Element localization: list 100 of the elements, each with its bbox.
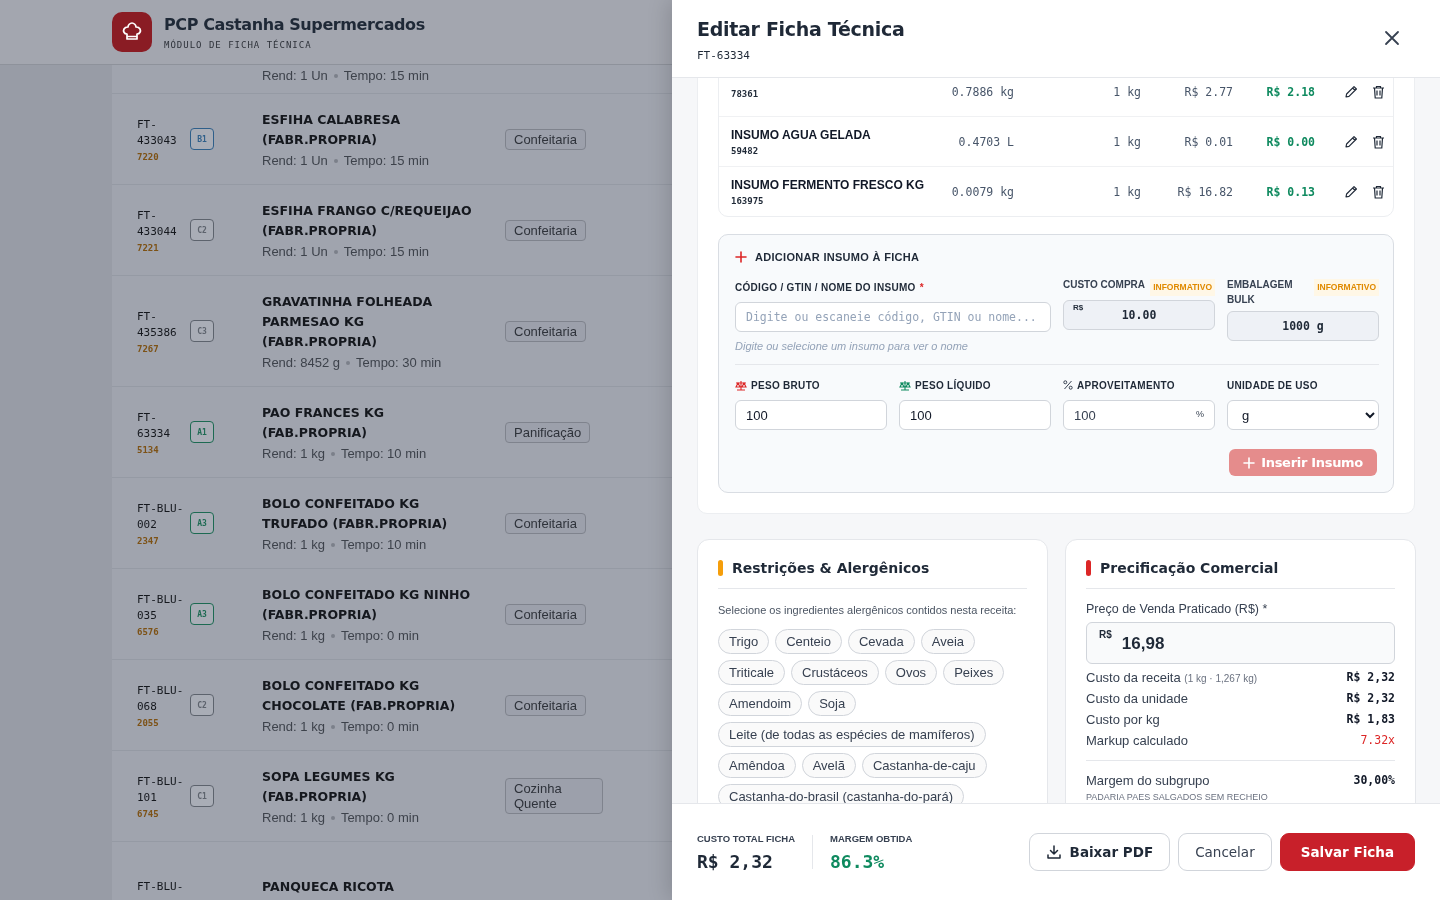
net-weight-field[interactable]: 100 [899, 400, 1051, 430]
recipe-code: FT-BLU-101 [137, 773, 185, 806]
field-label: APROVEITAMENTO [1077, 379, 1175, 391]
allergen-chip[interactable]: Triticale [718, 660, 786, 685]
recipe-code: FT-435386 [137, 308, 178, 341]
ingredient-total: R$ 2.18 [1265, 84, 1315, 99]
recipe-id: 6576 [137, 626, 160, 637]
ingredient-total: R$ 0.00 [1265, 134, 1315, 149]
recipe-yield: Rend: 1 kg [262, 537, 325, 552]
recipe-row[interactable]: FT-BLU-035 6576 A3 BOLO CONFEITADO KG NINHO (FABR.PROPRIA) Rend: 1 kg Tempo: 0 min Confeitaria [112, 569, 672, 660]
recipe-row[interactable]: FT-BLU-068 2055 C2 BOLO CONFEITADO KG CHOCOLATE (FAB.PROPRIA) Rend: 1 kg Tempo: 0 min Confeitaria [112, 660, 672, 751]
allergens-intro: Selecione os ingredientes alergênicos contidos nesta receita: [718, 603, 1018, 618]
app-title: PCP Castanha Supermercados [164, 14, 425, 34]
required-mark: * [919, 281, 924, 293]
card-title: Restrições & Alergênicos [732, 560, 930, 576]
recipe-row[interactable]: FT-BLU-002 2347 A3 BOLO CONFEITADO KG TRUFADO (FABR.PROPRIA) Rend: 1 kg Tempo: 10 min Confeitaria [112, 478, 672, 569]
recipe-id: 2055 [137, 717, 160, 728]
ingredient-search-field[interactable]: Digite ou escaneie código, GTIN ou nome... [735, 302, 1051, 332]
ingredient-qty: 0.4703 L [957, 134, 1014, 149]
recipe-code: FT-433043 [137, 116, 178, 149]
cost-label: Custo da receita (1 kg · 1,267 kg) [1086, 670, 1258, 685]
recipe-id: 7267 [137, 343, 160, 354]
allergen-chip[interactable]: Soja [808, 691, 857, 716]
recipe-yield: Rend: 1 kg [262, 810, 325, 825]
recipe-time: Tempo: 0 min [340, 628, 419, 643]
ingredient-cost: R$ 16.82 [1176, 184, 1233, 199]
field-label: PESO BRUTO [751, 379, 820, 391]
gross-weight-field[interactable]: 100 [735, 400, 887, 430]
save-button[interactable]: Salvar Ficha [1279, 833, 1415, 871]
allergen-chip[interactable]: Crustáceos [791, 660, 879, 685]
recipe-row[interactable]: FT-433043 7220 B1 ESFIHA CALABRESA (FABR.PROPRIA) Rend: 1 Un Tempo: 15 min Confeitaria [112, 94, 672, 185]
field-label: PESO LÍQUIDO [915, 379, 991, 391]
allergen-chip[interactable]: Aveia [920, 629, 976, 654]
allergen-chip[interactable]: Avelã [801, 753, 856, 778]
category-tag: Confeitaria [505, 320, 586, 342]
cancel-button[interactable]: Cancelar [1178, 833, 1272, 871]
recipe-row[interactable]: FT-433044 7221 C2 ESFIHA FRANGO C/REQUEIJAO (FABR.PROPRIA) Rend: 1 Un Tempo: 15 min Confeitaria [112, 185, 672, 276]
recipe-id: 6745 [137, 808, 160, 819]
recipe-code: FT-BLU-068 [137, 682, 185, 715]
scale-icon [899, 379, 911, 391]
allergen-chip[interactable]: Ovos [884, 660, 938, 685]
recipe-name: BOLO CONFEITADO KG NINHO (FABR.PROPRIA) [262, 586, 472, 624]
accent-bar [1086, 560, 1091, 576]
card-title: Precificação Comercial [1100, 560, 1279, 576]
yield-field[interactable]: 100 % [1063, 400, 1215, 430]
allergen-chip[interactable]: Amêndoa [718, 753, 796, 778]
allergen-chip[interactable]: Castanha-do-brasil (castanha-do-pará) [718, 784, 964, 803]
recipe-row[interactable]: FT-435386 7267 C3 GRAVATINHA FOLHEADA PARMESAO KG (FABR.PROPRIA) Rend: 8452 g Tempo: 30 min Confeitaria [112, 276, 672, 387]
ingredient-code: 59482 [731, 145, 760, 156]
recipe-yield: Rend: 8452 g [262, 355, 341, 370]
accent-bar [718, 560, 723, 576]
edit-button[interactable] [1344, 184, 1358, 199]
recipe-row[interactable]: FT-BLU-101 6745 C1 SOPA LEGUMES KG (FAB.PROPRIA) Rend: 1 kg Tempo: 0 min Cozinha Quente [112, 751, 672, 842]
cost-value: 7.32x [1360, 733, 1395, 748]
recipe-code: FT-433044 [137, 207, 178, 240]
info-badge: INFORMATIVO [1150, 279, 1215, 296]
recipe-name: ESFIHA CALABRESA (FABR.PROPRIA) [262, 111, 402, 149]
delete-button[interactable] [1372, 134, 1385, 149]
allergen-chip[interactable]: Amendoim [718, 691, 803, 716]
allergen-chip[interactable]: Peixes [943, 660, 1005, 685]
close-button[interactable] [1384, 30, 1400, 46]
margin-label: Margem do subgrupo [1086, 773, 1211, 788]
recipe-row[interactable]: FT-63334 5134 A1 PAO FRANCES KG (FAB.PROPRIA) Rend: 1 kg Tempo: 10 min Panificação [112, 387, 672, 478]
allergen-chip[interactable]: Cevada [847, 629, 915, 654]
download-icon [1045, 844, 1062, 860]
allergen-chip[interactable]: Leite (de todas as espécies de mamíferos) [718, 722, 986, 747]
recipe-yield: Rend: 1 Un [262, 244, 328, 259]
recipe-id: 5134 [137, 444, 160, 455]
field-hint: Digite ou selecione um insumo para ver o nome [735, 340, 969, 352]
allergen-chip[interactable]: Castanha-de-caju [861, 753, 987, 778]
recipe-name: PAO FRANCES KG (FAB.PROPRIA) [262, 404, 385, 442]
recipe-time: Tempo: 15 min [343, 153, 430, 168]
subgroup-name: PADARIA PAES SALGADOS SEM RECHEIO [1086, 792, 1268, 802]
pencil-icon [1344, 84, 1358, 99]
category-tag: Panificação [505, 421, 591, 443]
allergen-chip[interactable]: Trigo [718, 629, 770, 654]
category-tag: Confeitaria [505, 512, 586, 534]
ingredient-name: INSUMO AGUA GELADA [731, 127, 872, 142]
field-label: EMBALAGEM BULK [1227, 278, 1294, 307]
delete-button[interactable] [1372, 184, 1385, 199]
form-title: ADICIONAR INSUMO À FICHA [755, 251, 920, 263]
class-badge: A3 [190, 603, 214, 625]
margin-value: 86.3% [830, 850, 886, 872]
allergen-chip[interactable]: Centeio [775, 629, 842, 654]
plus-icon [735, 251, 747, 263]
unit-select[interactable]: g [1227, 400, 1379, 430]
price-field[interactable]: R$ 16,98 [1086, 622, 1395, 664]
download-pdf-button[interactable]: Baixar PDF [1028, 833, 1171, 871]
class-badge: C3 [190, 320, 214, 342]
plus-icon [1243, 456, 1256, 469]
category-tag: Confeitaria [505, 694, 586, 716]
delete-button[interactable] [1372, 84, 1385, 99]
edit-button[interactable] [1344, 84, 1358, 99]
class-badge: C1 [190, 785, 214, 807]
edit-button[interactable] [1344, 134, 1358, 149]
recipe-code: FT-BLU-002 [137, 500, 185, 533]
field-label: CÓDIGO / GTIN / NOME DO INSUMO [735, 281, 916, 293]
recipe-yield: Rend: 1 kg [262, 446, 325, 461]
field-label: CUSTO COMPRA [1063, 278, 1146, 292]
ingredient-cost: R$ 0.01 [1183, 134, 1233, 149]
